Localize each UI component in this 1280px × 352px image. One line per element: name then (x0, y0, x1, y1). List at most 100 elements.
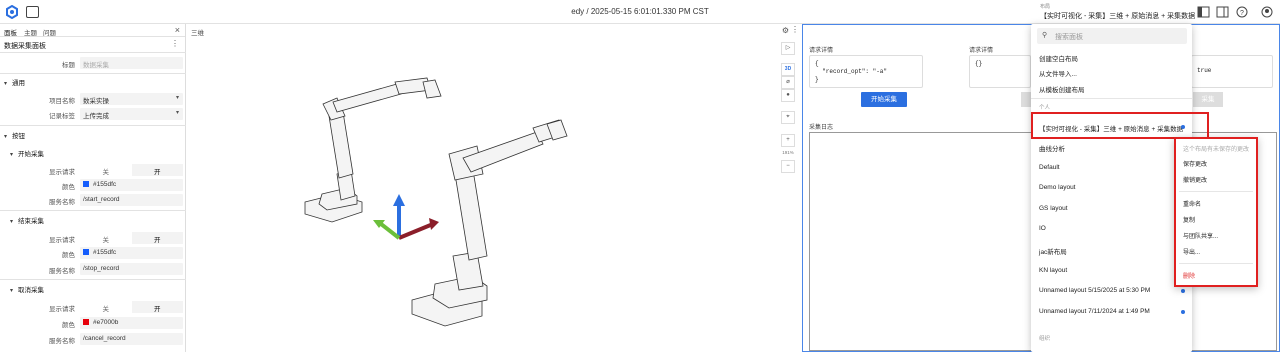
menu-item-layout[interactable]: jac新布局 (1039, 246, 1067, 256)
section-general[interactable]: ▾ 通用 (4, 77, 25, 87)
menu-item-layout[interactable]: Unnamed layout 5/15/2025 at 5:30 PM (1039, 287, 1150, 294)
show-request-toggle[interactable]: 关开 (80, 164, 183, 176)
toggle-on[interactable]: 开 (131, 301, 183, 313)
svg-text:?: ? (1240, 10, 1244, 17)
user-avatar-icon[interactable] (1261, 6, 1273, 18)
search-input[interactable]: ⚲ 搜索面板 (1037, 28, 1187, 44)
divider (0, 52, 186, 53)
menu-item-import[interactable]: 从文件导入... (1039, 68, 1077, 78)
axis-gizmo-icon (373, 194, 439, 240)
cancel-collection-button[interactable]: 采集 (1193, 92, 1223, 107)
toggle-off[interactable]: 关 (80, 301, 132, 313)
menu-item-layout[interactable]: Unnamed layout 7/11/2024 at 1:49 PM (1039, 308, 1150, 315)
request-detail-label: 请求详情 (809, 48, 834, 54)
mode-3d-button[interactable]: 3D (781, 63, 795, 76)
request-detail-label-2: 请求详情 (969, 48, 994, 54)
toggle-on[interactable]: 开 (131, 164, 183, 176)
menu-item-layout[interactable]: Demo layout (1039, 184, 1076, 191)
menu-item-export[interactable]: 导出... (1183, 247, 1200, 256)
tab-problems[interactable]: 问题 (43, 27, 56, 37)
menu-item-delete[interactable]: 删除 (1183, 271, 1195, 280)
group-start[interactable]: ▾ 开始采集 (10, 148, 44, 158)
zoom-out-button[interactable]: − (781, 160, 795, 173)
menu-item-layout[interactable]: 曲线分析 (1039, 143, 1065, 153)
divider (1179, 263, 1253, 264)
help-icon[interactable]: ? (1236, 6, 1248, 18)
layout-selector-value: 【实时可视化 - 采集】三维 + 原始消息 + 采集数据 (1040, 13, 1196, 20)
color-value: #e7000b (93, 319, 119, 326)
close-icon[interactable]: × (175, 25, 180, 35)
menu-item-layout[interactable]: Default (1039, 164, 1060, 171)
section-label: 通用 (12, 80, 25, 87)
color-label: 颜色 (62, 252, 75, 259)
toggle-off[interactable]: 关 (80, 232, 132, 244)
show-request-toggle[interactable]: 关开 (80, 301, 183, 313)
chevron-down-icon: ▾ (10, 288, 14, 294)
divider (0, 125, 186, 126)
color-swatch[interactable] (83, 319, 89, 325)
menu-item-from-template[interactable]: 从模板创建布局 (1039, 84, 1085, 94)
3d-viewport[interactable] (187, 24, 777, 352)
reset-view-icon[interactable]: ⌖ (781, 111, 795, 124)
color-swatch[interactable] (83, 181, 89, 187)
show-request-row: 显示请求 关开 (0, 163, 186, 177)
log-label: 采集日志 (809, 125, 834, 131)
service-input[interactable]: /stop_record (80, 263, 183, 275)
show-request-row: 显示请求 关开 (0, 300, 186, 314)
section-buttons[interactable]: ▾ 按钮 (4, 130, 25, 140)
group-cancel[interactable]: ▾ 取消采集 (10, 284, 44, 294)
chevron-down-icon: ▾ (175, 110, 179, 116)
menu-item-layout[interactable]: GS layout (1039, 205, 1068, 212)
gear-icon[interactable]: ⚙ (782, 26, 789, 35)
group-stop[interactable]: ▾ 结束采集 (10, 215, 44, 225)
layout-selector[interactable]: 布局 【实时可视化 - 采集】三维 + 原始消息 + 采集数据 ⌄ (1036, 3, 1195, 22)
title-input[interactable]: 数据采集 (80, 57, 183, 69)
color-swatch[interactable] (83, 249, 89, 255)
request-json-box[interactable]: { "record_opt": "-a" } (809, 55, 923, 88)
right-sidebar-toggle-icon[interactable] (1216, 6, 1229, 18)
color-input[interactable]: #155dfc (80, 247, 183, 259)
zoom-level: 191% (782, 150, 794, 155)
request-json-box-3[interactable]: true (1191, 55, 1273, 88)
chevron-down-icon: ▾ (10, 219, 14, 225)
group-label: 取消采集 (18, 287, 44, 294)
tab-topics[interactable]: 主题 (24, 27, 37, 37)
chevron-down-icon: ⌄ (1153, 9, 1160, 18)
start-collection-button[interactable]: 开始采集 (861, 92, 907, 107)
service-input[interactable]: /start_record (80, 194, 183, 206)
status-select[interactable]: 上传完成 ▾ (80, 108, 183, 120)
zoom-in-button[interactable]: + (781, 134, 795, 147)
menu-item-create-blank[interactable]: 创建空白布局 (1039, 53, 1078, 63)
service-row: 服务名称 /stop_record (0, 262, 186, 276)
menu-item-share[interactable]: 与团队共享... (1183, 231, 1218, 240)
menu-item-layout[interactable]: IO (1039, 225, 1046, 232)
service-input[interactable]: /cancel_record (80, 333, 183, 345)
service-row: 服务名称 /cancel_record (0, 332, 186, 346)
top-bar: edy / 2025-05-15 6:01:01.330 PM CST 布局 【… (0, 0, 1280, 24)
project-select[interactable]: 数采实操 ▾ (80, 93, 183, 105)
show-request-toggle[interactable]: 关开 (80, 232, 183, 244)
color-input[interactable]: #155dfc (80, 179, 183, 191)
menu-item-duplicate[interactable]: 复制 (1183, 215, 1195, 224)
divider (0, 73, 186, 74)
settings-sidebar: 面板 主题 问题 × 数据采集面板 ⋮ 标题 数据采集 ▾ 通用 项目名称 数采实… (0, 24, 186, 352)
toggle-off[interactable]: 关 (80, 164, 132, 176)
menu-item-revert[interactable]: 撤销更改 (1183, 175, 1207, 184)
tab-panels[interactable]: 面板 (4, 27, 17, 37)
select-tool-icon[interactable]: ▷ (781, 42, 795, 55)
menu-item-layout[interactable]: KN layout (1039, 267, 1067, 274)
chevron-down-icon: ▾ (4, 81, 8, 87)
divider (1031, 98, 1192, 99)
left-sidebar-toggle-icon[interactable] (1197, 6, 1210, 18)
more-menu-icon[interactable]: ⋮ (791, 25, 799, 34)
request-json-box-2[interactable]: {} (969, 55, 1031, 88)
menu-item-save[interactable]: 保存更改 (1183, 159, 1207, 168)
ruler-icon[interactable]: ⌀ (781, 76, 795, 89)
publish-point-icon[interactable]: ● (781, 89, 795, 102)
more-menu-icon[interactable]: ⋮ (171, 39, 179, 48)
show-request-label: 显示请求 (49, 169, 75, 176)
menu-item-rename[interactable]: 重命名 (1183, 199, 1201, 208)
toggle-on[interactable]: 开 (131, 232, 183, 244)
color-input[interactable]: #e7000b (80, 317, 183, 329)
layout-selector-header: 布局 (1040, 4, 1051, 10)
